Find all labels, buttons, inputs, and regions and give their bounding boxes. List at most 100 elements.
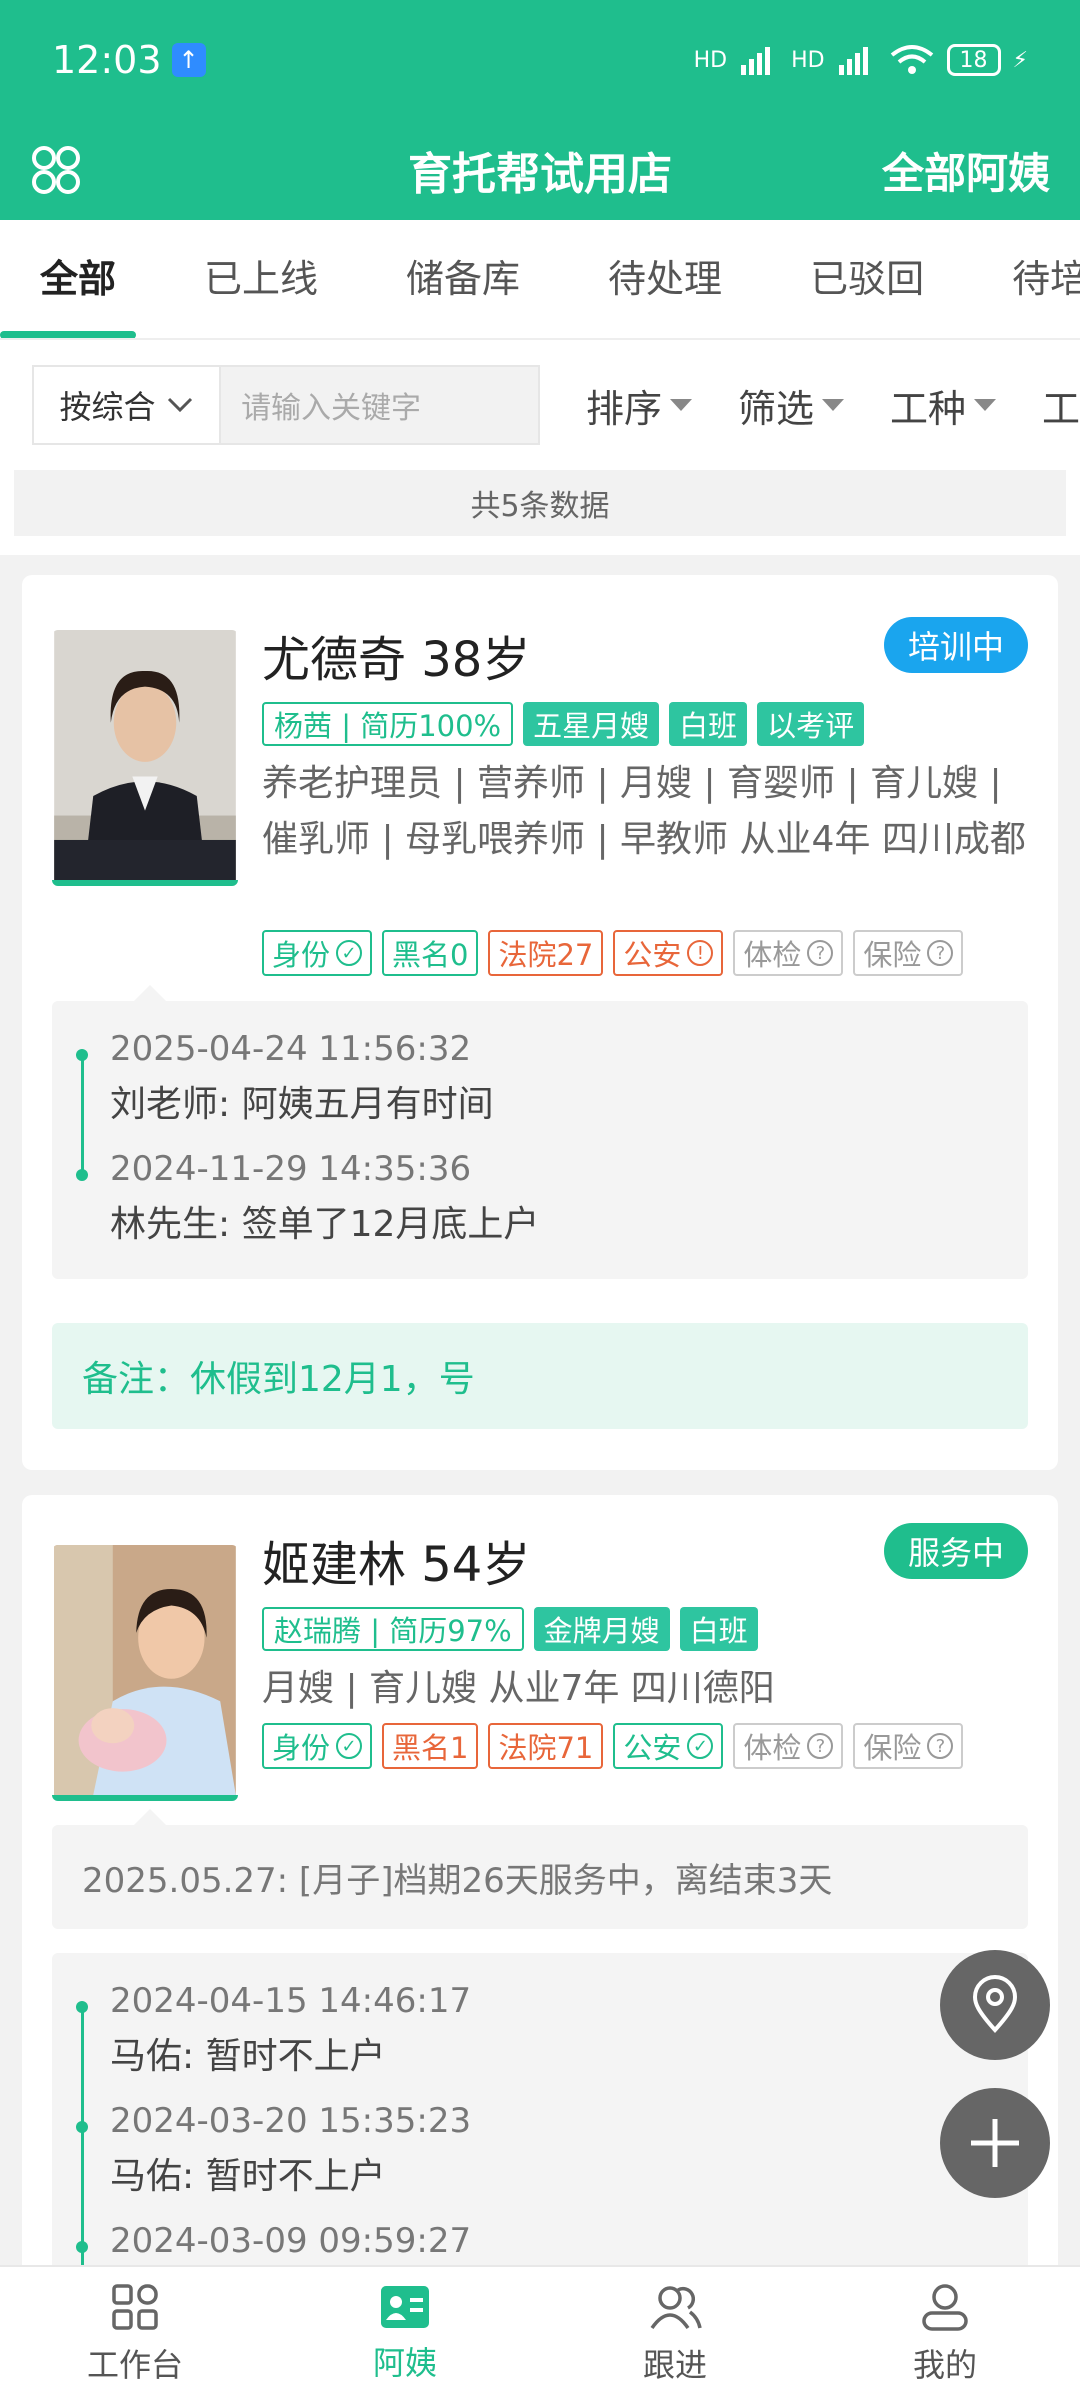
follow-up-item: 2024-04-15 14:46:17 马佑: 暂时不上户 [52, 1981, 1028, 2079]
caret-down-icon [973, 399, 996, 411]
sort-dropdown[interactable]: 排序 [586, 378, 692, 433]
follow-up-text: 马佑: 暂时不上户 [110, 2156, 386, 2197]
question-icon: ? [807, 940, 834, 966]
tab-online[interactable]: 已上线 [164, 220, 318, 338]
follow-up-text: 刘老师: 阿姨五月有时间 [110, 1084, 494, 1125]
follow-up-list: 2025-04-24 11:56:32 刘老师: 阿姨五月有时间 2024-11… [52, 1001, 1028, 1279]
result-count: 共5条数据 [14, 470, 1066, 536]
signal-bars-icon [741, 47, 771, 75]
pointer-arrow [134, 1809, 166, 1825]
police-badge-label: 公安 [623, 938, 682, 972]
nav-mine-label: 我的 [912, 2345, 977, 2384]
aunt-name: 尤德奇 38岁 [262, 632, 531, 688]
follow-up-text: 马佑: 暂时不上户 [110, 2036, 386, 2077]
follow-up-item: 2024-11-29 14:35:36 林先生: 签单了12月底上户 [52, 1149, 1028, 1247]
grid-icon[interactable] [30, 144, 82, 196]
nav-follow-up-label: 跟进 [642, 2345, 707, 2384]
status-tabs: 全部 已上线 储备库 待处理 已驳回 待培训 [0, 220, 1080, 340]
nav-mine[interactable]: 我的 [810, 2267, 1080, 2400]
insurance-badge[interactable]: 保险? [853, 930, 964, 976]
people-icon [650, 2285, 702, 2329]
signal-icon: HD [693, 47, 728, 73]
all-aunts-button[interactable]: 全部阿姨 [882, 140, 1050, 201]
id-card-icon [381, 2285, 429, 2328]
avatar-photo [54, 630, 236, 880]
more-filter-dropdown[interactable]: 工 [1042, 378, 1080, 433]
medical-badge-label: 体检 [743, 938, 802, 972]
police-badge[interactable]: 公安 ✓ [613, 1723, 724, 1769]
police-badge[interactable]: 公安! [613, 930, 724, 976]
court-badge[interactable]: 法院71 [488, 1723, 604, 1769]
blacklist-badge[interactable]: 黑名0 [382, 930, 479, 976]
tab-reserve[interactable]: 储备库 [366, 220, 520, 338]
result-count-bar: 共5条数据 [0, 470, 1080, 555]
caret-down-icon [669, 399, 692, 411]
bottom-nav: 工作台 阿姨 跟进 我的 [0, 2265, 1080, 2400]
aunt-card[interactable]: 培训中 尤德奇 38岁 杨茜 | 简历100% 五星月嫂 白班 以考评 养老护理… [22, 575, 1058, 1470]
tab-training[interactable]: 待培训 [972, 220, 1080, 338]
skills-description: 月嫂 | 育儿嫂 从业7年 四川德阳 [262, 1668, 775, 1709]
tab-pending[interactable]: 待处理 [568, 220, 722, 338]
follow-up-item: 2024-03-09 09:59:27 [52, 2221, 1028, 2261]
signal-icon-2: HD [791, 47, 825, 73]
top-header: 12:03 ↑ HD HD 18 ⚡ 育托帮试用店 全部阿姨 [0, 0, 1080, 220]
job-type-dropdown[interactable]: 工种 [890, 378, 996, 433]
filter-dropdown[interactable]: 筛选 [738, 378, 844, 433]
medical-badge[interactable]: 体检? [733, 930, 844, 976]
search-input[interactable]: 请输入关键字 [221, 365, 540, 445]
insurance-badge[interactable]: 保险? [853, 1723, 964, 1769]
blacklist-badge[interactable]: 黑名1 [382, 1723, 479, 1769]
nav-workbench-label: 工作台 [86, 2345, 183, 2384]
tab-rejected[interactable]: 已驳回 [770, 220, 924, 338]
job-type-label: 工种 [889, 386, 966, 431]
question-icon: ? [927, 1733, 954, 1759]
sort-mode-label: 按综合 [59, 388, 156, 426]
nav-follow-up[interactable]: 跟进 [540, 2267, 810, 2400]
medical-badge-label: 体检 [743, 1731, 802, 1765]
note-box: 备注：休假到12月1，号 [52, 1323, 1028, 1429]
plus-icon [971, 2119, 1019, 2167]
nav-aunts[interactable]: 阿姨 [270, 2267, 540, 2400]
id-badge[interactable]: 身份 ✓ [262, 930, 373, 976]
alert-icon: ! [687, 940, 714, 966]
location-button[interactable] [940, 1950, 1050, 2060]
court-badge[interactable]: 法院27 [488, 930, 604, 976]
aunt-name: 姬建林 54岁 [262, 1537, 531, 1593]
check-icon: ✓ [336, 940, 363, 966]
id-badge[interactable]: 身份 ✓ [262, 1723, 373, 1769]
tag-list: 杨茜 | 简历100% 五星月嫂 白班 以考评 [262, 702, 1028, 746]
check-icon: ✓ [336, 1733, 363, 1759]
follow-up-item: 2024-03-20 15:35:23 马佑: 暂时不上户 [52, 2101, 1028, 2199]
user-icon [922, 2283, 968, 2331]
follow-up-item: 2025-04-24 11:56:32 刘老师: 阿姨五月有时间 [52, 1029, 1028, 1127]
follow-up-date: 2024-03-09 09:59:27 [110, 2221, 472, 2261]
id-badge-label: 身份 [272, 1731, 331, 1765]
caret-down-icon [821, 399, 844, 411]
upload-icon: ↑ [171, 43, 206, 77]
avatar [52, 630, 238, 886]
consultant-resume-tag: 赵瑞腾 | 简历97% [262, 1607, 524, 1651]
sort-mode-select[interactable]: 按综合 [32, 365, 222, 445]
nav-aunts-label: 阿姨 [372, 2343, 437, 2382]
id-badge-label: 身份 [272, 938, 331, 972]
timeline-dot [76, 1169, 88, 1181]
medical-badge[interactable]: 体检? [733, 1723, 844, 1769]
add-button[interactable] [940, 2088, 1050, 2198]
skills-description: 养老护理员 | 营养师 | 月嫂 | 育婴师 | 育儿嫂 | 催乳师 | 母乳喂… [262, 763, 1026, 860]
search-row: 按综合 请输入关键字 排序 筛选 工种 工 [0, 340, 1080, 470]
aunt-info: 姬建林 54岁 赵瑞腾 | 简历97% 金牌月嫂 白班 月嫂 | 育儿嫂 从业7… [262, 1525, 1028, 1769]
timeline-dot [76, 1049, 88, 1061]
more-filter-label: 工 [1041, 386, 1080, 431]
nav-workbench[interactable]: 工作台 [0, 2267, 270, 2400]
filter-label: 筛选 [737, 386, 814, 431]
battery-icon: 18 [946, 44, 1001, 76]
insurance-badge-label: 保险 [863, 938, 922, 972]
avatar-photo [54, 1545, 236, 1795]
question-icon: ? [927, 940, 954, 966]
tab-all[interactable]: 全部 [0, 220, 137, 338]
app-bar: 育托帮试用店 全部阿姨 [0, 120, 1080, 220]
verification-badges: 身份 ✓ 黑名0 法院27 公安! 体检? 保险? [262, 930, 1028, 976]
avatar [52, 1545, 238, 1801]
aunt-info: 尤德奇 38岁 杨茜 | 简历100% 五星月嫂 白班 以考评 养老护理员 | … [262, 620, 1028, 976]
shift-tag: 白班 [679, 1607, 758, 1651]
